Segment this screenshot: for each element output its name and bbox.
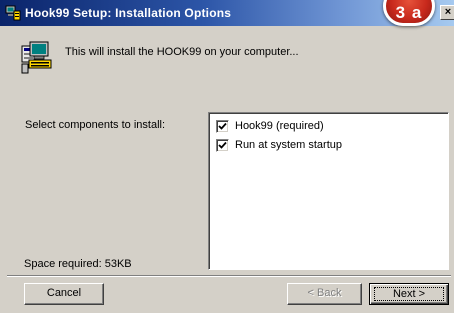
checkmark-icon — [218, 122, 227, 130]
header-description: This will install the HOOK99 on your com… — [65, 46, 299, 58]
installer-computer-icon — [5, 5, 21, 21]
components-list[interactable]: Hook99 (required) Run at system startup — [208, 112, 449, 270]
next-button-label: Next > — [374, 287, 444, 301]
close-button[interactable]: × — [440, 5, 454, 20]
install-package-icon — [21, 41, 52, 74]
checkbox-startup[interactable] — [216, 138, 229, 152]
component-item-hook99[interactable]: Hook99 (required) — [216, 119, 324, 133]
checkmark-icon — [218, 141, 227, 149]
space-required-label: Space required: 53KB — [24, 258, 132, 270]
component-label-hook99: Hook99 (required) — [235, 120, 324, 132]
checkbox-hook99[interactable] — [216, 119, 229, 133]
next-button[interactable]: Next > — [369, 283, 449, 305]
component-item-startup[interactable]: Run at system startup — [216, 138, 342, 152]
window-title: Hook99 Setup: Installation Options — [25, 6, 232, 20]
setup-window: Hook99 Setup: Installation Options × 3 a… — [0, 0, 454, 313]
cancel-button[interactable]: Cancel — [24, 283, 104, 305]
select-components-label: Select components to install: — [25, 119, 166, 131]
back-button[interactable]: < Back — [287, 283, 362, 305]
component-label-startup: Run at system startup — [235, 139, 342, 151]
footer-divider — [7, 275, 451, 277]
